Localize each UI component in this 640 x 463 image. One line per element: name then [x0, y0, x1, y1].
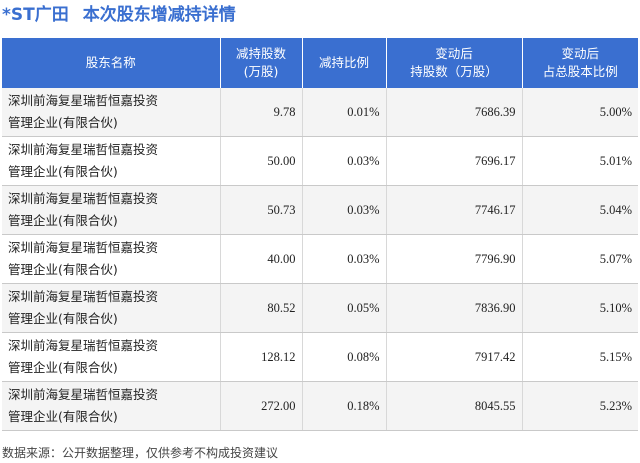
after-ratio-cell: 5.07% [522, 234, 638, 284]
ratio-cell: 0.18% [302, 381, 387, 431]
holder-change-table: 股东名称 减持股数 (万股) 减持比例 变动后 持股数（万股） 变动后 占总股本比例 … [2, 38, 638, 431]
holder-name-cell: 深圳前海复星瑞哲恒嘉投资 管理企业(有限合伙) [2, 332, 221, 382]
col-header-after-ratio: 变动后 占总股本比例 [522, 38, 638, 88]
holder-name-cell: 深圳前海复星瑞哲恒嘉投资 管理企业(有限合伙) [2, 234, 221, 284]
shares-cell: 9.78 [220, 88, 303, 137]
after-shares-cell: 7796.90 [386, 234, 523, 284]
after-shares-cell: 7686.39 [386, 88, 523, 137]
col-header-after-shares: 变动后 持股数（万股） [386, 38, 523, 88]
holder-name-cell: 深圳前海复星瑞哲恒嘉投资 管理企业(有限合伙) [2, 88, 221, 137]
holder-name-cell: 深圳前海复星瑞哲恒嘉投资 管理企业(有限合伙) [2, 136, 221, 186]
table-header-row: 股东名称 减持股数 (万股) 减持比例 变动后 持股数（万股） 变动后 占总股本比例 [2, 38, 638, 88]
after-shares-cell: 7696.17 [386, 136, 523, 186]
table-row: 深圳前海复星瑞哲恒嘉投资 管理企业(有限合伙) 272.00 0.18% 8045… [2, 381, 638, 431]
after-shares-cell: 7836.90 [386, 283, 523, 333]
after-ratio-cell: 5.23% [522, 381, 638, 431]
ratio-cell: 0.01% [302, 88, 387, 137]
col-header-ratio: 减持比例 [302, 38, 387, 88]
title-text: 本次股东增减持详情 [82, 5, 236, 25]
after-shares-cell: 7746.17 [386, 185, 523, 235]
page-title: *ST广田 本次股东增减持详情 [2, 2, 236, 32]
table-row: 深圳前海复星瑞哲恒嘉投资 管理企业(有限合伙) 50.00 0.03% 7696.… [2, 136, 638, 186]
shares-cell: 50.00 [220, 136, 303, 186]
shares-cell: 272.00 [220, 381, 303, 431]
ratio-cell: 0.05% [302, 283, 387, 333]
table-row: 深圳前海复星瑞哲恒嘉投资 管理企业(有限合伙) 50.73 0.03% 7746.… [2, 185, 638, 235]
stock-code: *ST广田 [2, 5, 69, 25]
after-shares-cell: 7917.42 [386, 332, 523, 382]
table-row: 深圳前海复星瑞哲恒嘉投资 管理企业(有限合伙) 80.52 0.05% 7836.… [2, 283, 638, 333]
table-row: 深圳前海复星瑞哲恒嘉投资 管理企业(有限合伙) 128.12 0.08% 7917… [2, 332, 638, 382]
holder-name-cell: 深圳前海复星瑞哲恒嘉投资 管理企业(有限合伙) [2, 185, 221, 235]
holder-name-cell: 深圳前海复星瑞哲恒嘉投资 管理企业(有限合伙) [2, 283, 221, 333]
ratio-cell: 0.03% [302, 234, 387, 284]
after-ratio-cell: 5.04% [522, 185, 638, 235]
col-header-shares: 减持股数 (万股) [220, 38, 303, 88]
after-ratio-cell: 5.00% [522, 88, 638, 137]
table-row: 深圳前海复星瑞哲恒嘉投资 管理企业(有限合伙) 40.00 0.03% 7796.… [2, 234, 638, 284]
after-shares-cell: 8045.55 [386, 381, 523, 431]
shares-cell: 40.00 [220, 234, 303, 284]
table-row: 深圳前海复星瑞哲恒嘉投资 管理企业(有限合伙) 9.78 0.01% 7686.3… [2, 88, 638, 137]
ratio-cell: 0.03% [302, 185, 387, 235]
holder-name-cell: 深圳前海复星瑞哲恒嘉投资 管理企业(有限合伙) [2, 381, 221, 431]
after-ratio-cell: 5.01% [522, 136, 638, 186]
col-header-holder: 股东名称 [2, 38, 221, 88]
ratio-cell: 0.03% [302, 136, 387, 186]
after-ratio-cell: 5.15% [522, 332, 638, 382]
ratio-cell: 0.08% [302, 332, 387, 382]
shares-cell: 50.73 [220, 185, 303, 235]
shares-cell: 128.12 [220, 332, 303, 382]
shares-cell: 80.52 [220, 283, 303, 333]
after-ratio-cell: 5.10% [522, 283, 638, 333]
data-source-note: 数据来源：公开数据整理，仅供参考不构成投资建议 [2, 446, 279, 460]
